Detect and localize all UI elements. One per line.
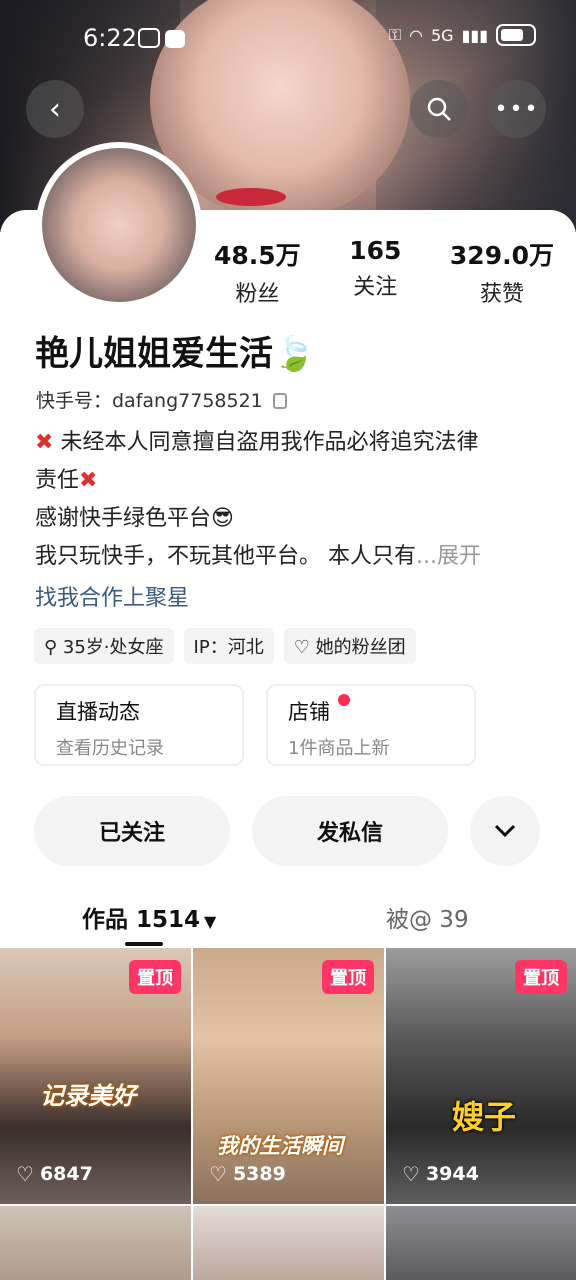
video-caption: 记录美好: [40, 1082, 136, 1110]
back-arrow-icon: ‹: [49, 91, 61, 127]
search-button[interactable]: [410, 80, 468, 138]
network-type: 5G: [431, 25, 454, 45]
video-likes: ♡ 3944: [402, 1162, 479, 1186]
video-thumbnail[interactable]: [386, 1206, 576, 1280]
pinned-badge: 置顶: [322, 960, 374, 994]
heart-icon: ♡: [402, 1162, 420, 1186]
avatar[interactable]: [36, 142, 202, 308]
pinned-badge: 置顶: [515, 960, 567, 994]
video-thumbnail[interactable]: [0, 1206, 191, 1280]
active-tab-indicator: [125, 942, 163, 946]
search-icon: [427, 97, 451, 121]
more-actions-button[interactable]: [470, 796, 540, 866]
expand-link[interactable]: ...展开: [416, 544, 481, 569]
tag-fan-club[interactable]: ♡ 她的粉丝团: [283, 628, 416, 664]
cooperate-link[interactable]: 找我合作上聚星: [35, 580, 189, 612]
cross-mark-icon: ✖: [79, 468, 98, 493]
message-button[interactable]: 发私信: [252, 796, 448, 866]
video-thumbnail[interactable]: 置顶 记录美好 ♡ 6847: [0, 948, 191, 1204]
more-icon: •••: [494, 96, 540, 122]
tab-mentioned[interactable]: 被@ 39: [386, 900, 469, 934]
video-grid: 置顶 记录美好 ♡ 6847 置顶 我的生活瞬间 ♡ 5389 置顶 嫂子 ♡ 394…: [0, 948, 576, 1280]
video-likes: ♡ 5389: [209, 1162, 286, 1186]
cross-mark-icon: ✖: [35, 430, 54, 455]
video-caption: 嫂子: [452, 1098, 517, 1136]
tag-age: ⚲ 35岁·处女座: [34, 628, 174, 664]
live-history-card[interactable]: 直播动态 查看历史记录: [34, 684, 244, 766]
chevron-down-icon: [494, 824, 516, 838]
status-time: 6:22: [83, 24, 137, 52]
stat-fans[interactable]: 48.5万 粉丝: [214, 236, 301, 308]
battery-icon: [496, 24, 536, 46]
signal-icon: ▮▮▮: [461, 25, 488, 45]
video-likes: ♡ 6847: [16, 1162, 93, 1186]
tag-ip: IP：河北: [183, 628, 274, 664]
pinned-badge: 置顶: [129, 960, 181, 994]
followed-button[interactable]: 已关注: [34, 796, 230, 866]
key-icon: ⚿: [388, 25, 402, 44]
video-caption: 我的生活瞬间: [217, 1134, 343, 1158]
profile-stats: 48.5万 粉丝 165 关注 329.0万 获赞: [214, 236, 554, 308]
more-options-button[interactable]: •••: [488, 80, 546, 138]
profile-nickname: 艳儿姐姐爱生活🍃: [35, 334, 316, 374]
profile-tags: ⚲ 35岁·处女座 IP：河北 ♡ 她的粉丝团: [34, 628, 416, 664]
tab-works[interactable]: 作品 1514 ▼: [82, 900, 216, 934]
video-thumbnail[interactable]: 置顶 嫂子 ♡ 3944: [386, 948, 576, 1204]
profile-actions: 已关注 发私信: [34, 796, 540, 866]
wifi-icon: ◠: [409, 25, 423, 45]
wechat-notification-icon: [165, 30, 185, 48]
shop-card[interactable]: 店铺 1件商品上新: [266, 684, 476, 766]
heart-icon: ♡: [209, 1162, 227, 1186]
stat-likes[interactable]: 329.0万 获赞: [450, 236, 554, 308]
video-thumbnail[interactable]: 置顶 我的生活瞬间 ♡ 5389: [193, 948, 384, 1204]
back-button[interactable]: ‹: [26, 80, 84, 138]
status-bar: 6:22 ⚿ ◠ 5G ▮▮▮: [0, 0, 576, 78]
kuaishou-id[interactable]: 快手号：dafang7758521: [36, 386, 287, 413]
feature-cards: 直播动态 查看历史记录 店铺 1件商品上新: [34, 684, 476, 766]
app-notification-icon: [138, 28, 160, 48]
caret-down-icon: ▼: [204, 912, 217, 931]
video-thumbnail[interactable]: [193, 1206, 384, 1280]
copy-icon[interactable]: [272, 393, 287, 409]
new-badge-dot: [338, 694, 350, 706]
heart-icon: ♡: [16, 1162, 34, 1186]
stat-following[interactable]: 165 关注: [349, 236, 401, 308]
content-tabs: 作品 1514 ▼ 被@ 39: [0, 894, 576, 946]
profile-bio[interactable]: ✖ 未经本人同意擅自盗用我作品必将追究法律 责任✖ 感谢快手绿色平台😎 我只玩快…: [35, 424, 545, 576]
